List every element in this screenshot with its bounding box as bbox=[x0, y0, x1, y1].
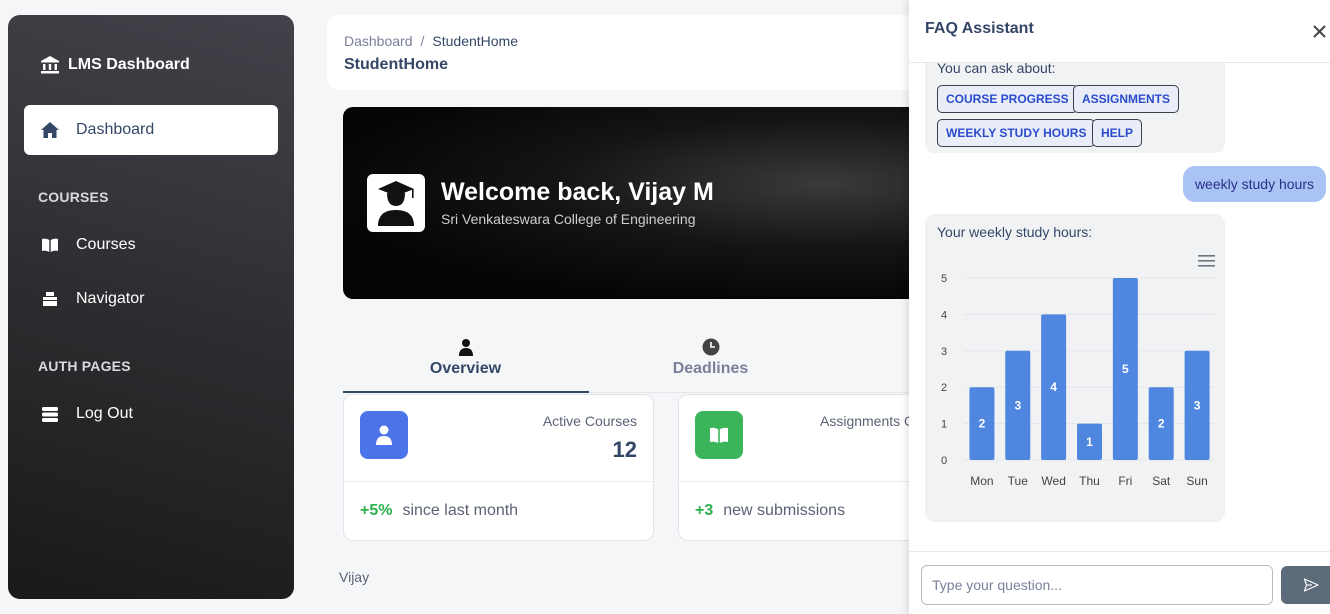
home-icon bbox=[41, 122, 59, 138]
dashboard-stack-icon bbox=[43, 292, 57, 306]
data-label: 5 bbox=[1122, 362, 1129, 376]
bank-icon bbox=[41, 56, 59, 74]
x-tick-label: Tue bbox=[1008, 474, 1029, 488]
college-name: Sri Venkateswara College of Engineering bbox=[441, 211, 696, 227]
breadcrumb-separator: / bbox=[420, 33, 425, 49]
x-tick-label: Thu bbox=[1079, 474, 1100, 488]
welcome-title: Welcome back, Vijay M bbox=[441, 178, 714, 206]
sidebar-item-dashboard[interactable]: Dashboard bbox=[24, 105, 278, 155]
study-hours-chart: 0 1 2 3 4 5 2 Mon 3 Tue 4 Wed 1 Thu 5 Fri 2 Sat 3 Sun bbox=[941, 273, 1215, 488]
x-tick-label: Wed bbox=[1041, 474, 1065, 488]
tab-overview[interactable]: Overview bbox=[343, 338, 588, 393]
stat-icon-box bbox=[695, 411, 743, 459]
tab-deadlines[interactable]: Deadlines bbox=[588, 338, 833, 393]
section-title-courses: COURSES bbox=[38, 189, 109, 205]
y-tick-label: 1 bbox=[941, 419, 947, 431]
tab-label: Overview bbox=[429, 360, 502, 377]
welcome-banner: Welcome back, Vijay M Sri Venkateswara C… bbox=[343, 107, 943, 299]
faq-title: FAQ Assistant bbox=[925, 20, 1034, 37]
person-icon bbox=[376, 425, 392, 445]
stat-note: new submissions bbox=[723, 502, 846, 519]
y-tick-label: 4 bbox=[941, 309, 947, 321]
chip-help[interactable]: HELP bbox=[1092, 119, 1143, 147]
sidebar-item-label: Courses bbox=[76, 236, 136, 253]
stat-value: 12 bbox=[612, 437, 637, 462]
sidebar-item-label: Log Out bbox=[76, 405, 133, 422]
breadcrumb-current: StudentHome bbox=[432, 33, 518, 49]
faq-header: FAQ Assistant bbox=[909, 0, 1330, 63]
y-tick-label: 3 bbox=[941, 346, 947, 358]
stat-card-active-courses: Active Courses 12 +5% since last month bbox=[343, 394, 654, 541]
divider bbox=[344, 481, 653, 482]
sidebar-item-label: Navigator bbox=[76, 290, 145, 307]
faq-panel: FAQ Assistant You can ask about: COURSE … bbox=[909, 0, 1330, 614]
data-label: 3 bbox=[1194, 398, 1201, 412]
person-icon bbox=[458, 339, 473, 356]
section-title-auth: AUTH PAGES bbox=[38, 358, 131, 374]
book-icon bbox=[710, 427, 728, 443]
y-tick-label: 0 bbox=[941, 455, 947, 467]
sidebar: LMS Dashboard Dashboard COURSES Courses … bbox=[8, 15, 294, 599]
send-icon bbox=[1303, 578, 1319, 592]
logout-icon bbox=[42, 407, 58, 422]
clock-icon bbox=[702, 338, 719, 356]
message-text: Your weekly study hours: bbox=[937, 224, 1093, 240]
stat-label: Assignments C bbox=[820, 413, 915, 429]
user-message: weekly study hours bbox=[1182, 166, 1326, 202]
close-icon[interactable] bbox=[1308, 20, 1330, 42]
header: Dashboard / StudentHome StudentHome bbox=[327, 15, 947, 90]
data-label: 1 bbox=[1086, 435, 1093, 449]
stat-note: since last month bbox=[402, 502, 519, 519]
data-label: 2 bbox=[1158, 417, 1165, 431]
stat-label: Active Courses bbox=[542, 413, 637, 429]
send-button[interactable] bbox=[1281, 566, 1330, 604]
y-tick-label: 5 bbox=[941, 273, 947, 285]
brand-label: LMS Dashboard bbox=[68, 56, 190, 73]
graduate-icon bbox=[378, 181, 414, 226]
breadcrumb: Dashboard / StudentHome bbox=[344, 33, 518, 49]
input-bar bbox=[909, 551, 1330, 614]
breadcrumb-root[interactable]: Dashboard bbox=[344, 33, 413, 49]
sidebar-item-navigator[interactable]: Navigator bbox=[24, 274, 278, 324]
sidebar-item-label: Dashboard bbox=[76, 121, 155, 138]
brand[interactable]: LMS Dashboard bbox=[40, 55, 190, 75]
stat-footer: +5% since last month bbox=[360, 502, 518, 520]
stat-delta: +5% bbox=[360, 502, 393, 519]
footer-username: Vijay bbox=[339, 569, 370, 585]
chip-assignments[interactable]: ASSIGNMENTS bbox=[1073, 85, 1180, 113]
x-tick-label: Sat bbox=[1152, 474, 1171, 488]
stat-delta: +3 bbox=[695, 502, 714, 519]
data-label: 4 bbox=[1050, 380, 1057, 394]
chip-weekly-study-hours[interactable]: WEEKLY STUDY HOURS bbox=[937, 119, 1096, 147]
chip-course-progress[interactable]: COURSE PROGRESS bbox=[937, 85, 1078, 113]
tab-label: Deadlines bbox=[672, 360, 749, 377]
sidebar-item-courses[interactable]: Courses bbox=[24, 220, 278, 270]
stat-icon-box bbox=[360, 411, 408, 459]
x-tick-label: Sun bbox=[1186, 474, 1207, 488]
tab-active-indicator bbox=[343, 391, 589, 393]
sidebar-item-logout[interactable]: Log Out bbox=[24, 389, 278, 439]
question-input[interactable] bbox=[921, 565, 1273, 605]
tab-divider bbox=[589, 392, 949, 393]
book-icon bbox=[42, 238, 58, 252]
data-label: 3 bbox=[1014, 398, 1021, 412]
x-tick-label: Fri bbox=[1118, 474, 1132, 488]
stat-footer: +3 new submissions bbox=[695, 502, 845, 520]
avatar bbox=[367, 174, 425, 232]
y-tick-label: 2 bbox=[941, 382, 947, 394]
x-tick-label: Mon bbox=[970, 474, 993, 488]
page-title: StudentHome bbox=[344, 56, 448, 73]
data-label: 2 bbox=[979, 417, 986, 431]
